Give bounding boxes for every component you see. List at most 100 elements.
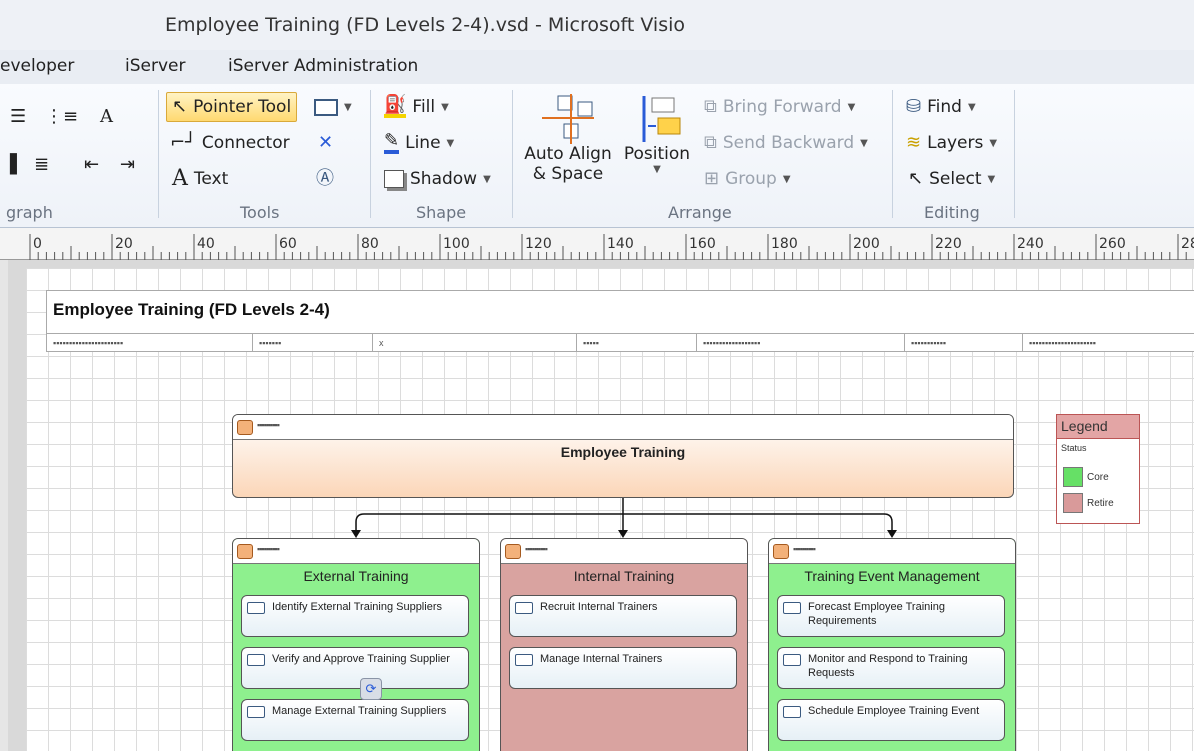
auto-align-label-1: Auto Align — [524, 144, 612, 164]
position-button[interactable]: Position ▼ — [620, 94, 694, 198]
root-capability[interactable]: ▪▪▪▪▪▪▪▪▪▪ Employee Training — [232, 414, 1014, 498]
bring-forward-button[interactable]: ⧉ Bring Forward ▼ — [704, 92, 855, 122]
drawing-canvas[interactable]: Employee Training (FD Levels 2-4) ▪▪▪▪▪▪… — [8, 260, 1194, 751]
shape-group-label: Shape — [416, 203, 467, 222]
auto-align-space-button[interactable]: Auto Align & Space — [522, 94, 614, 198]
tab-iserver[interactable]: iServer — [125, 56, 185, 76]
sub-capability-label: Monitor and Respond to Training Requests — [808, 653, 968, 679]
find-button[interactable]: ⛁ Find ▼ — [906, 92, 976, 122]
legend-core: Core — [1063, 467, 1109, 487]
sub-capability-label: Manage External Training Suppliers — [272, 705, 447, 717]
ribbon-tabs: eveloper iServer iServer Administration — [0, 50, 1194, 84]
ruler-label: 260 — [1099, 236, 1126, 252]
rectangle-tool-button[interactable]: ▼ — [314, 92, 352, 122]
increase-indent-icon: ⇥ — [120, 154, 136, 175]
pointer-tool-label: Pointer Tool — [193, 97, 292, 117]
horizontal-ruler: 0 20 40 60 80 100 120 140 160 180 200 220 240 260 28 — [0, 228, 1194, 260]
text-tool-button[interactable]: A Text — [172, 164, 228, 194]
justify-button[interactable]: ≣ — [34, 150, 49, 180]
bullets-button[interactable]: ☰ — [10, 102, 26, 132]
ruler-label: 20 — [115, 236, 133, 252]
sub-capability[interactable]: Schedule Employee Training Event — [777, 699, 1005, 741]
send-backward-icon: ⧉ — [704, 132, 717, 153]
ruler-label: 0 — [33, 236, 42, 252]
legend-status: Status — [1061, 443, 1087, 453]
line-label: Line — [405, 133, 441, 153]
chevron-down-icon: ▼ — [344, 101, 352, 113]
sub-capability[interactable]: Manage Internal Trainers — [509, 647, 737, 689]
connector-tool-button[interactable]: ⌐┘ Connector — [170, 128, 290, 158]
sub-capability[interactable]: Monitor and Respond to Training Requests — [777, 647, 1005, 689]
chevron-down-icon: ▼ — [967, 101, 976, 113]
group-button[interactable]: ⊞ Group ▼ — [704, 164, 791, 194]
layers-button[interactable]: ≋ Layers ▼ — [906, 128, 997, 158]
capability-id: ▪▪▪▪▪▪▪▪▪▪ — [525, 544, 548, 554]
increase-indent-button[interactable]: ⇥ — [120, 150, 135, 180]
decrease-indent-button[interactable]: ⇤ — [84, 150, 99, 180]
capability-header: ▪▪▪▪▪▪▪▪▪▪ — [233, 539, 479, 564]
layers-icon: ≋ — [906, 132, 922, 153]
select-button[interactable]: ↖ Select ▼ — [908, 164, 995, 194]
bring-forward-label: Bring Forward — [722, 97, 842, 117]
sub-capability[interactable]: Recruit Internal Trainers — [509, 595, 737, 637]
capability-icon — [237, 420, 253, 435]
sub-capability-label: Manage Internal Trainers — [540, 653, 663, 665]
legend-retire-label: Retire — [1087, 497, 1114, 509]
cursor-icon: ↖ — [908, 168, 924, 189]
sub-capability[interactable]: Forecast Employee Training Requirements — [777, 595, 1005, 637]
font-size-button[interactable]: A — [100, 102, 113, 132]
sub-capability-label: Identify External Training Suppliers — [272, 601, 442, 613]
sub-capability[interactable]: Manage External Training Suppliers — [241, 699, 469, 741]
pointer-tool-button[interactable]: ↖ Pointer Tool — [166, 92, 298, 122]
tab-iserver-administration[interactable]: iServer Administration — [228, 56, 418, 76]
process-icon — [515, 602, 533, 614]
ruler-label: 160 — [689, 236, 716, 252]
capability-name: Employee Training — [560, 444, 686, 460]
group-divider — [158, 90, 159, 218]
group-divider — [892, 90, 893, 218]
ruler-label: 28 — [1181, 236, 1194, 252]
capability-internal-training[interactable]: ▪▪▪▪▪▪▪▪▪▪ Internal Training Recruit Int… — [500, 538, 748, 751]
chevron-down-icon: ▼ — [441, 101, 449, 113]
capability-training-event-management[interactable]: ▪▪▪▪▪▪▪▪▪▪ Training Event Management For… — [768, 538, 1016, 751]
group-divider — [512, 90, 513, 218]
drawing-page[interactable]: Employee Training (FD Levels 2-4) ▪▪▪▪▪▪… — [26, 268, 1194, 751]
title-bar: Employee Training (FD Levels 2-4).vsd - … — [0, 0, 1194, 50]
bullet-list-button[interactable]: ⋮≡ — [45, 102, 78, 132]
sub-capability-label: Recruit Internal Trainers — [540, 601, 658, 613]
sub-capability-label: Verify and Approve Training Supplier — [272, 653, 450, 665]
fill-button[interactable]: ⛽ Fill ▼ — [384, 92, 449, 122]
ruler-label: 120 — [525, 236, 552, 252]
x-icon: ✕ — [318, 132, 334, 153]
shadow-label: Shadow — [410, 169, 478, 189]
shadow-button[interactable]: Shadow ▼ — [384, 164, 491, 194]
capability-external-training[interactable]: ▪▪▪▪▪▪▪▪▪▪ External Training Identify Ex… — [232, 538, 480, 751]
sub-capability[interactable]: Verify and Approve Training Supplier — [241, 647, 469, 689]
align-left-button[interactable]: ▌ — [10, 150, 24, 180]
legend[interactable]: Legend Status Core Retire — [1056, 414, 1140, 524]
chevron-down-icon: ▼ — [653, 164, 661, 175]
ruler-ticks: 0 20 40 60 80 100 120 140 160 180 200 220 240 260 28 — [29, 234, 1194, 260]
connection-point-button[interactable]: ✕ — [318, 128, 333, 158]
window-title: Employee Training (FD Levels 2-4).vsd - … — [164, 14, 686, 36]
binoculars-icon: ⛁ — [906, 96, 922, 117]
ribbon: ☰ ⋮≡ A ▌ ≣ ⇤ ⇥ graph ↖ Pointer Tool ▼ ⌐┘… — [0, 84, 1194, 228]
align-icon: ▌ — [10, 154, 24, 175]
sub-capability[interactable]: Identify External Training Suppliers — [241, 595, 469, 637]
retire-swatch — [1063, 493, 1083, 513]
capability-icon — [505, 544, 521, 559]
send-backward-button[interactable]: ⧉ Send Backward ▼ — [704, 128, 868, 158]
chevron-down-icon: ▼ — [847, 101, 856, 113]
chevron-down-icon: ▼ — [483, 173, 491, 185]
ruler-label: 140 — [607, 236, 634, 252]
line-button[interactable]: ✎ Line ▼ — [384, 128, 454, 158]
tab-developer[interactable]: eveloper — [0, 56, 74, 76]
find-label: Find — [927, 97, 962, 117]
text-block-button[interactable]: Ⓐ — [316, 164, 334, 194]
arrange-group-label: Arrange — [668, 203, 732, 222]
chevron-down-icon: ▼ — [989, 137, 998, 149]
select-label: Select — [929, 169, 982, 189]
ruler-label: 200 — [853, 236, 880, 252]
ruler-label: 220 — [935, 236, 962, 252]
link-icon[interactable]: ⟳ — [360, 678, 382, 700]
